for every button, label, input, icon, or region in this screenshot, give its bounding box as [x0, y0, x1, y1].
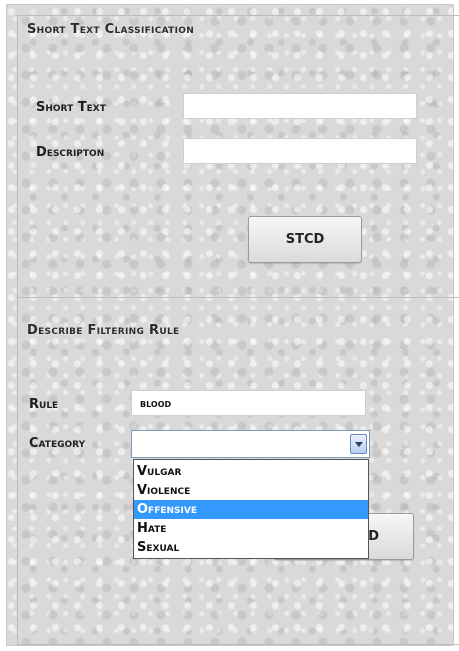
chevron-down-icon[interactable] [350, 434, 367, 454]
rule-label: Rule [29, 397, 59, 412]
category-option-hate[interactable]: Hate [134, 519, 368, 538]
classification-title: Short Text Classification [27, 22, 195, 37]
short-text-label: Short Text [36, 100, 106, 115]
description-label: Descripton [36, 145, 105, 160]
stcd-button[interactable]: STCD [248, 216, 362, 263]
category-select[interactable] [131, 430, 370, 458]
category-option-offensive[interactable]: Offensive [134, 500, 368, 519]
category-label: Category [29, 436, 86, 451]
rule-input[interactable] [131, 390, 366, 416]
category-option-sexual[interactable]: Sexual [134, 538, 368, 557]
category-option-vulgar[interactable]: Vulgar [134, 462, 368, 481]
filtering-title: Describe Filtering Rule [27, 323, 180, 338]
short-text-input[interactable] [183, 93, 417, 119]
add-rule-button-label: D [368, 529, 379, 544]
description-input[interactable] [183, 138, 417, 164]
category-option-violence[interactable]: Violence [134, 481, 368, 500]
category-dropdown-list: Vulgar Violence Offensive Hate Sexual [133, 459, 369, 559]
